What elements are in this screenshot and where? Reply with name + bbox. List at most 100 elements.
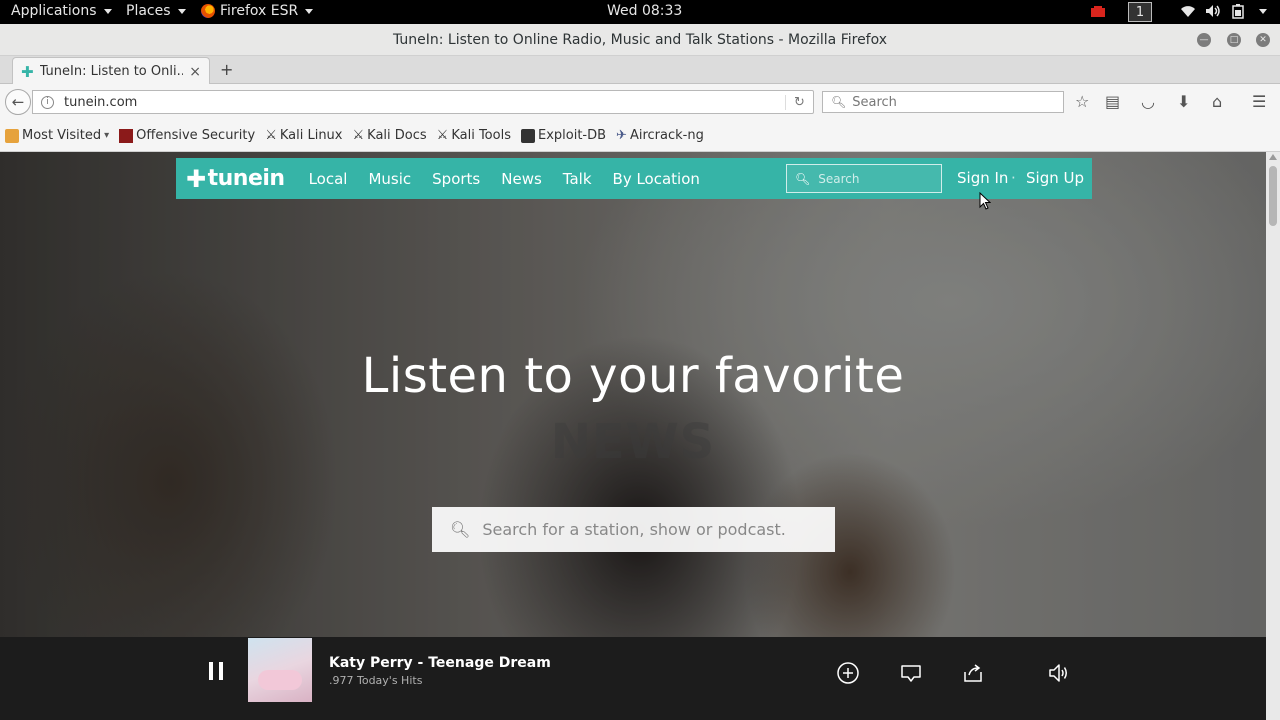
system-top-bar: Applications Places Firefox ESR Wed 08:3… bbox=[0, 0, 1280, 24]
search-icon: 🔍︎ bbox=[795, 171, 811, 186]
app-menu-label: Firefox ESR bbox=[220, 3, 299, 19]
navigation-toolbar: ← i tunein.com ↻ 🔍︎ Search ☆ ▤ ◡ ⬇ ⌂ ☰ bbox=[0, 84, 1280, 120]
bookmark-aircrack-ng[interactable]: ✈︎ Aircrack-ng bbox=[616, 128, 704, 143]
downloads-icon[interactable]: ⬇ bbox=[1177, 92, 1190, 111]
bookmark-label: Exploit-DB bbox=[537, 128, 607, 143]
volume-icon[interactable] bbox=[1047, 661, 1071, 685]
pause-button[interactable] bbox=[209, 662, 223, 680]
reading-list-icon[interactable]: ▤ bbox=[1105, 92, 1120, 111]
bookmark-label: Most Visited bbox=[22, 128, 102, 143]
tunein-plus-icon: ✚ bbox=[186, 164, 206, 193]
home-icon[interactable]: ⌂ bbox=[1212, 92, 1222, 111]
nav-link-music[interactable]: Music bbox=[368, 170, 411, 188]
add-favorite-icon[interactable] bbox=[836, 661, 860, 685]
wifi-icon[interactable] bbox=[1180, 4, 1196, 18]
minimize-button[interactable]: — bbox=[1197, 33, 1211, 47]
workspace-number: 1 bbox=[1135, 4, 1145, 20]
tunein-favicon-icon: ✚ bbox=[21, 62, 34, 81]
bookmark-label: Aircrack-ng bbox=[629, 128, 704, 143]
exploitdb-icon bbox=[520, 128, 535, 143]
chevron-down-icon bbox=[177, 8, 186, 14]
tunein-nav-bar: ✚ tunein Local Music Sports News Talk By… bbox=[176, 158, 1092, 199]
system-menu-chevron-icon[interactable] bbox=[1257, 9, 1267, 14]
nav-link-sports[interactable]: Sports bbox=[432, 170, 480, 188]
app-menu[interactable]: Firefox ESR bbox=[201, 3, 314, 19]
search-icon: 🔍︎ bbox=[831, 95, 847, 109]
bookmark-kali-linux[interactable]: ⚔︎ Kali Linux bbox=[265, 128, 342, 143]
hero-title: Listen to your favorite bbox=[361, 348, 905, 404]
bookmark-star-icon[interactable]: ☆ bbox=[1075, 92, 1089, 111]
bookmark-kali-docs[interactable]: ⚔︎ Kali Docs bbox=[353, 128, 427, 143]
close-icon: ✕ bbox=[1259, 35, 1267, 45]
tab-tunein[interactable]: ✚ TuneIn: Listen to Onli... × bbox=[12, 57, 210, 85]
site-info-icon[interactable]: i bbox=[41, 95, 54, 109]
hamburger-menu-icon[interactable]: ☰ bbox=[1252, 92, 1266, 111]
chevron-down-icon bbox=[305, 8, 314, 14]
tab-strip: ✚ TuneIn: Listen to Onli... × + bbox=[0, 56, 1280, 85]
window-title-bar: TuneIn: Listen to Online Radio, Music an… bbox=[0, 24, 1280, 56]
url-text[interactable]: tunein.com bbox=[64, 95, 775, 110]
album-art[interactable] bbox=[248, 638, 312, 702]
bookmark-label: Kali Docs bbox=[367, 128, 427, 143]
browser-search-placeholder: Search bbox=[852, 94, 897, 110]
scrollbar-thumb[interactable] bbox=[1269, 166, 1277, 226]
maximize-icon: □ bbox=[1229, 35, 1239, 45]
page-scrollbar[interactable] bbox=[1266, 152, 1280, 720]
firefox-icon bbox=[201, 4, 215, 18]
new-tab-button[interactable]: + bbox=[220, 60, 233, 79]
bookmark-label: Kali Tools bbox=[451, 128, 511, 143]
minimize-icon: — bbox=[1199, 35, 1209, 45]
nav-link-talk[interactable]: Talk bbox=[563, 170, 592, 188]
track-title[interactable]: Katy Perry - Teenage Dream bbox=[329, 655, 551, 671]
applications-label: Applications bbox=[11, 3, 97, 19]
bookmark-label: Offensive Security bbox=[136, 128, 256, 143]
workspace-indicator[interactable]: 1 bbox=[1128, 2, 1152, 22]
hero-search-input[interactable]: 🔍︎ Search for a station, show or podcast… bbox=[432, 507, 835, 552]
browser-search-bar[interactable]: 🔍︎ Search bbox=[822, 91, 1064, 113]
tunein-search-input[interactable]: 🔍︎ Search bbox=[786, 164, 942, 193]
station-name[interactable]: .977 Today's Hits bbox=[329, 674, 422, 687]
kali-icon: ⚔︎ bbox=[265, 128, 277, 143]
chevron-down-icon bbox=[103, 8, 112, 14]
tunein-logo-text: tunein bbox=[207, 166, 285, 191]
bookmarks-toolbar: Most Visited ▾ Offensive Security ⚔︎ Kali… bbox=[0, 120, 1280, 152]
kali-icon: ⚔︎ bbox=[436, 128, 449, 143]
tunein-logo[interactable]: ✚ tunein bbox=[186, 165, 285, 193]
offsec-icon bbox=[119, 128, 134, 143]
url-bar[interactable]: i tunein.com ↻ bbox=[32, 90, 814, 114]
share-icon[interactable] bbox=[961, 661, 985, 685]
clock-label: Wed 08:33 bbox=[607, 3, 683, 19]
bookmark-kali-tools[interactable]: ⚔︎ Kali Tools bbox=[437, 128, 511, 143]
battery-icon[interactable] bbox=[1232, 4, 1244, 19]
pocket-icon[interactable]: ◡ bbox=[1141, 92, 1155, 111]
tray-red-icon[interactable] bbox=[1090, 5, 1106, 19]
close-window-button[interactable]: ✕ bbox=[1256, 33, 1270, 47]
mouse-cursor-icon bbox=[979, 192, 991, 210]
clock[interactable]: Wed 08:33 bbox=[607, 3, 682, 19]
sign-up-link[interactable]: Sign Up bbox=[1026, 169, 1084, 187]
nav-separator: · bbox=[1011, 169, 1016, 187]
search-icon: 🔍︎ bbox=[450, 520, 471, 539]
places-label: Places bbox=[126, 3, 171, 19]
kali-icon: ⚔︎ bbox=[352, 128, 365, 143]
tab-close-icon[interactable]: × bbox=[189, 64, 201, 80]
scroll-up-icon[interactable] bbox=[1269, 154, 1277, 160]
back-button[interactable]: ← bbox=[5, 89, 31, 115]
window-title: TuneIn: Listen to Online Radio, Music an… bbox=[392, 32, 888, 48]
hero-rotating-word: NEWS bbox=[550, 414, 716, 470]
aircrack-icon: ✈︎ bbox=[616, 128, 627, 143]
bookmark-offensive-security[interactable]: Offensive Security bbox=[119, 128, 255, 143]
nav-link-local[interactable]: Local bbox=[309, 170, 348, 188]
nav-link-by-location[interactable]: By Location bbox=[613, 170, 700, 188]
volume-icon[interactable] bbox=[1205, 4, 1221, 18]
places-menu[interactable]: Places bbox=[126, 3, 186, 19]
reload-icon[interactable]: ↻ bbox=[785, 94, 813, 110]
nav-link-news[interactable]: News bbox=[501, 170, 542, 188]
bookmark-most-visited[interactable]: Most Visited ▾ bbox=[5, 128, 109, 143]
applications-menu[interactable]: Applications bbox=[11, 3, 112, 19]
most-visited-icon bbox=[5, 128, 19, 143]
bookmark-exploit-db[interactable]: Exploit-DB bbox=[520, 128, 607, 143]
chat-icon[interactable] bbox=[899, 661, 923, 685]
maximize-button[interactable]: □ bbox=[1227, 33, 1241, 47]
sign-in-link[interactable]: Sign In bbox=[957, 169, 1008, 187]
